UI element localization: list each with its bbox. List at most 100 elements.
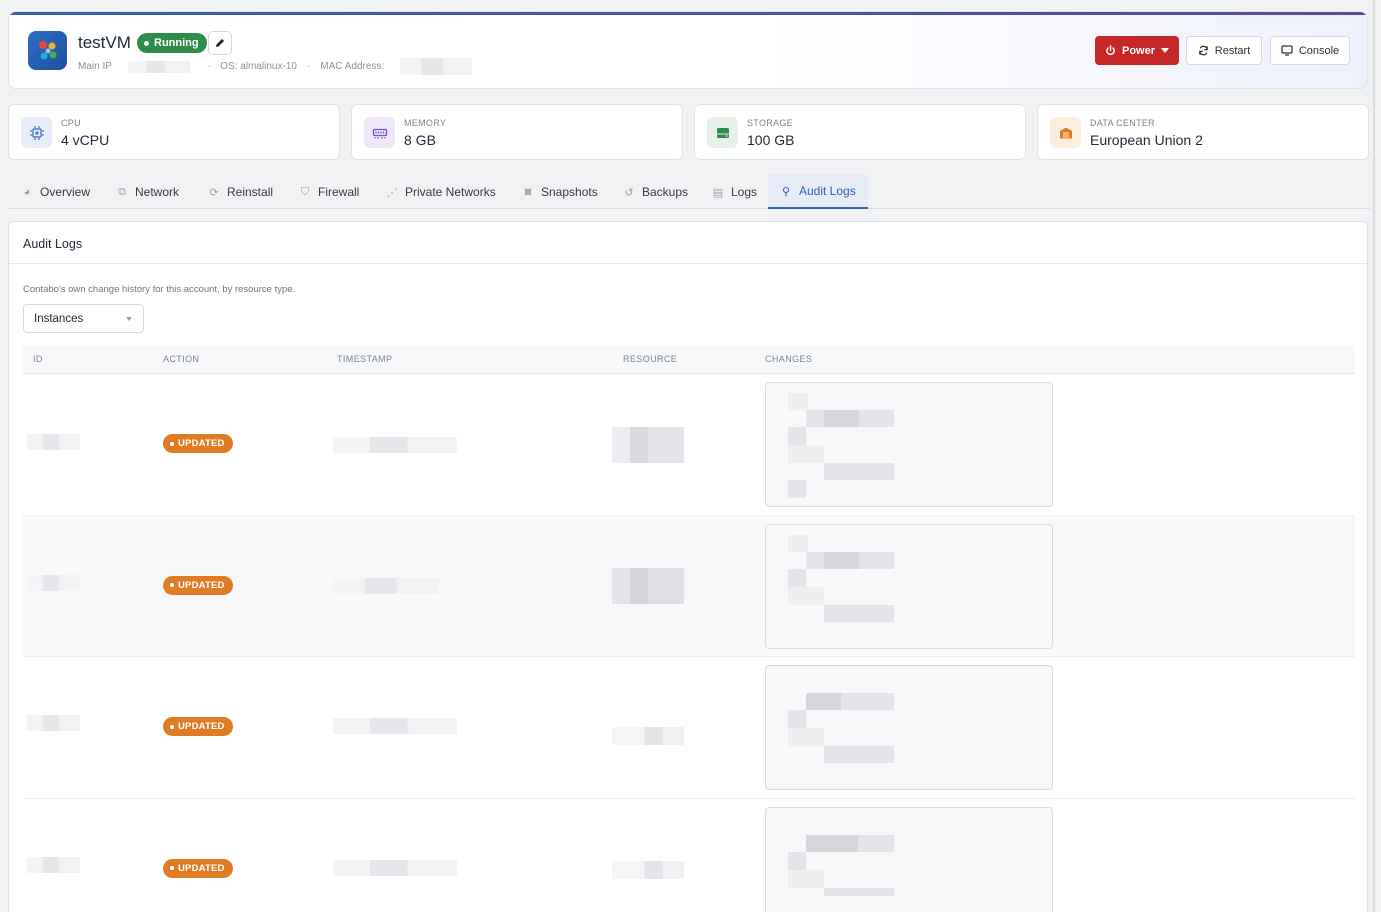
json-line <box>824 604 894 622</box>
stat-card-memory: MEMORY 8 GB <box>351 104 683 160</box>
action-label: UPDATED <box>178 438 225 449</box>
column-header-resource: RESOURCE <box>623 354 678 364</box>
chevron-down-icon <box>1161 48 1169 53</box>
panel-title: Audit Logs <box>23 237 83 251</box>
resource-cell <box>612 860 684 879</box>
action-label: UPDATED <box>178 721 225 732</box>
json-line <box>788 445 824 463</box>
private-networks-icon: ⋰ <box>386 186 398 199</box>
audit-table: ID ACTION TIMESTAMP RESOURCE CHANGES UPD… <box>23 345 1355 912</box>
timestamp-cell <box>333 859 457 876</box>
tab-label: Overview <box>40 185 91 199</box>
id-cell <box>27 856 80 873</box>
server-header: testVM Running Main IP · OS: almalinux-1… <box>8 11 1368 89</box>
status-dot-icon <box>144 40 149 46</box>
tab-overview[interactable]: ◕ Overview <box>21 175 90 209</box>
tab-snapshots[interactable]: ◙ Snapshots <box>522 175 598 209</box>
column-header-action: ACTION <box>163 354 200 364</box>
action-label: UPDATED <box>178 579 225 591</box>
vm-name: testVM <box>78 33 131 52</box>
tab-bar: ◕ Overview ⧉ Network ⟳ Reinstall ⛉ Firew… <box>8 175 1370 209</box>
tab-firewall[interactable]: ⛉ Firewall <box>299 175 359 209</box>
main-ip-label: Main IP <box>78 61 112 72</box>
overview-icon: ◕ <box>23 186 31 198</box>
storage-icon <box>707 117 738 148</box>
firewall-icon: ⛉ <box>300 185 310 198</box>
stat-label: MEMORY <box>404 118 447 128</box>
action-badge: UPDATED <box>163 858 233 878</box>
json-line <box>788 480 806 498</box>
json-line <box>788 710 806 728</box>
resource-type-select[interactable]: Instances <box>23 304 144 333</box>
column-header-changes: CHANGES <box>765 354 813 364</box>
meta-separator: · <box>306 61 311 72</box>
select-value: Instances <box>34 312 84 325</box>
id-cell <box>27 715 80 731</box>
page-edge <box>1373 0 1375 912</box>
id-cell <box>27 574 80 591</box>
pencil-icon <box>216 39 224 47</box>
table-row[interactable]: UPDATED <box>23 374 1355 516</box>
history-icon: ↺ <box>624 186 634 199</box>
search-icon: ⚲ <box>781 185 791 198</box>
refresh-icon <box>1198 45 1208 56</box>
json-line <box>788 427 806 445</box>
stat-value: 8 GB <box>404 132 436 148</box>
json-line <box>788 568 806 587</box>
stat-value: 4 vCPU <box>61 132 110 148</box>
restart-button[interactable]: Restart <box>1186 36 1262 65</box>
monitor-icon <box>1281 45 1293 56</box>
action-label: UPDATED <box>178 862 225 874</box>
status-label: Running <box>154 37 199 49</box>
json-line <box>806 834 858 852</box>
timestamp-cell <box>333 718 457 734</box>
timestamp-cell <box>333 577 439 594</box>
changes-json-box <box>765 523 1053 649</box>
main-ip-value <box>127 60 190 73</box>
tab-reinstall[interactable]: ⟳ Reinstall <box>208 175 273 209</box>
power-icon <box>1106 45 1115 56</box>
chevron-down-icon <box>126 317 132 321</box>
resource-cell <box>612 727 684 745</box>
table-row[interactable]: UPDATED <box>23 657 1355 799</box>
tab-private-networks[interactable]: ⋰ Private Networks <box>386 175 496 209</box>
table-header: ID ACTION TIMESTAMP RESOURCE CHANGES <box>23 345 1355 374</box>
tab-logs[interactable]: ▤ Logs <box>712 175 757 209</box>
stat-card-datacenter: DATA CENTER European Union 2 <box>1037 104 1369 160</box>
json-line <box>824 410 859 427</box>
timestamp-cell <box>333 437 457 453</box>
action-badge: UPDATED <box>163 575 233 595</box>
console-label: Console <box>1298 44 1340 57</box>
tab-label: Snapshots <box>541 185 598 199</box>
tab-network[interactable]: ⧉ Network <box>116 175 179 209</box>
tab-label: Audit Logs <box>799 184 856 198</box>
json-line <box>806 693 841 710</box>
divider <box>9 263 1367 264</box>
table-row[interactable]: UPDATED <box>23 515 1355 657</box>
table-row[interactable]: UPDATED } <box>23 799 1355 912</box>
tab-label: Backups <box>642 185 689 199</box>
id-cell <box>27 434 80 450</box>
column-header-timestamp: TIMESTAMP <box>337 354 393 364</box>
tab-backups[interactable]: ↺ Backups <box>623 175 688 209</box>
console-button[interactable]: Console <box>1270 36 1350 65</box>
cpu-icon <box>21 117 52 148</box>
power-button[interactable]: Power <box>1095 36 1179 65</box>
changes-json-box: } <box>765 806 1053 912</box>
tab-label: Firewall <box>318 185 360 199</box>
tab-audit-logs[interactable]: ⚲ Audit Logs <box>768 175 868 209</box>
json-line <box>788 869 824 888</box>
tab-label: Logs <box>731 185 758 199</box>
action-badge: UPDATED <box>163 434 233 453</box>
panel-description: Contabo's own change history for this ac… <box>23 284 296 295</box>
json-line <box>824 887 894 896</box>
mac-label: MAC Address: <box>320 61 385 72</box>
audit-logs-panel: Audit Logs Contabo's own change history … <box>8 221 1368 912</box>
reinstall-icon: ⟳ <box>209 186 219 199</box>
almalinux-logo-icon <box>28 31 67 70</box>
power-label: Power <box>1121 44 1155 57</box>
json-line <box>824 551 859 569</box>
edit-name-button[interactable] <box>208 31 232 55</box>
json-line <box>788 534 808 552</box>
status-dot-icon <box>170 441 174 446</box>
